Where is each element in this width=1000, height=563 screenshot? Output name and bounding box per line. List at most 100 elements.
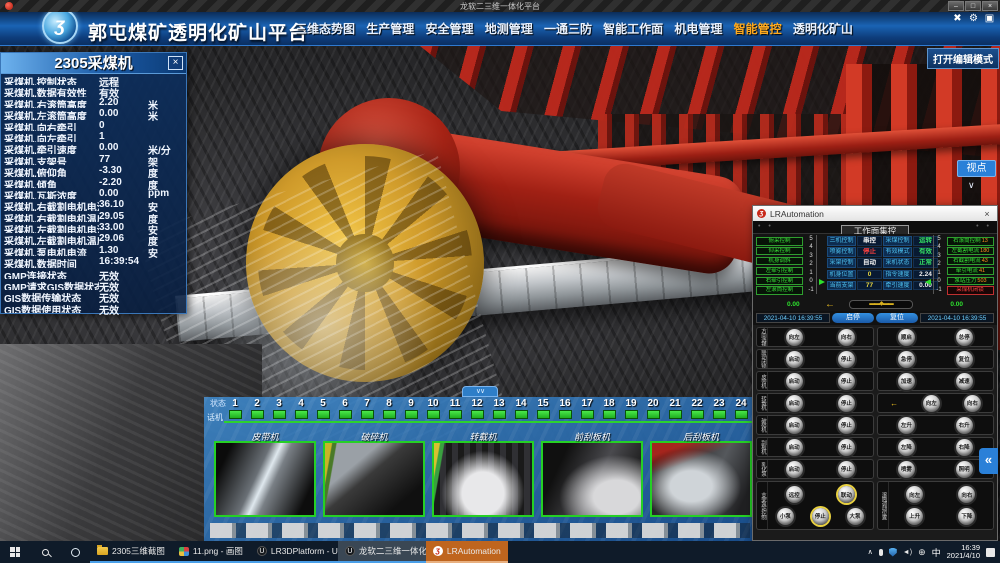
menu-item[interactable]: 地测管理 xyxy=(485,20,533,37)
round-control-button[interactable]: 向左 xyxy=(923,395,940,412)
task-longruan-platform[interactable]: U 龙软二三维一体化... xyxy=(338,541,426,563)
round-control-button[interactable]: 停止 xyxy=(838,351,855,368)
tools-icon[interactable]: ✖ xyxy=(951,13,964,24)
round-control-button[interactable]: 大泵 xyxy=(847,508,864,525)
menu-item[interactable]: 机电管理 xyxy=(674,20,722,37)
menu-item[interactable]: 生产管理 xyxy=(366,20,414,37)
clock[interactable]: 16:39 2021/4/10 xyxy=(947,544,980,561)
channel-indicator[interactable]: 15 xyxy=(532,398,554,429)
round-control-button[interactable]: 启动 xyxy=(786,461,803,478)
menu-item[interactable]: 智能工作面 xyxy=(603,20,663,37)
round-control-button[interactable]: 启动 xyxy=(786,395,803,412)
round-control-button[interactable]: 停止 xyxy=(838,373,855,390)
channel-indicator[interactable]: 18 xyxy=(598,398,620,429)
round-control-button[interactable]: 左降 xyxy=(898,439,915,456)
tray-expand-icon[interactable]: ∧ xyxy=(868,548,873,556)
menu-item[interactable]: 三维态势图 xyxy=(295,20,355,37)
chevron-down-icon[interactable]: ∨ xyxy=(968,180,975,191)
round-control-button[interactable]: 远控 xyxy=(786,486,803,503)
round-control-button[interactable]: 启动 xyxy=(786,373,803,390)
network-icon[interactable]: ⊕ xyxy=(918,548,926,557)
control-button[interactable]: 仰采控制 xyxy=(756,247,803,256)
control-button[interactable]: 牵引电流41 xyxy=(947,267,994,276)
control-button[interactable]: 俯采控制 xyxy=(756,237,803,246)
round-control-button[interactable]: 启动 xyxy=(786,351,803,368)
round-control-button[interactable]: 启动 xyxy=(786,417,803,434)
notification-icon[interactable] xyxy=(986,548,995,557)
task-folder[interactable]: 2305三维截图 xyxy=(90,541,172,563)
round-control-button[interactable]: 停止 xyxy=(838,395,855,412)
menu-item[interactable]: 安全管理 xyxy=(425,20,473,37)
round-control-button[interactable]: 联动 xyxy=(838,486,855,503)
control-button[interactable]: 右牵引控制 xyxy=(756,277,803,286)
round-control-button[interactable]: 向左 xyxy=(906,486,923,503)
round-control-button[interactable]: 照明 xyxy=(956,461,973,478)
channel-indicator[interactable]: 14 xyxy=(510,398,532,429)
round-control-button[interactable]: 急停 xyxy=(898,351,915,368)
control-button[interactable]: 左截割电流180 xyxy=(947,247,994,256)
close-icon[interactable]: × xyxy=(981,209,993,219)
camera-thumbnail[interactable] xyxy=(650,441,752,517)
layout-icon[interactable]: ▣ xyxy=(983,13,996,24)
control-button[interactable]: 采煤机闭锁 xyxy=(947,286,994,295)
start-stop-button[interactable]: 启停 xyxy=(832,313,874,323)
channel-indicator[interactable]: 9 xyxy=(400,398,422,429)
minimize-button[interactable]: – xyxy=(948,1,964,11)
round-control-button[interactable]: 小泵 xyxy=(777,508,794,525)
open-edit-mode-button[interactable]: 打开编辑模式 xyxy=(927,48,999,69)
control-button[interactable]: 右滚筒控制13 xyxy=(947,237,994,246)
round-control-button[interactable]: 顺启 xyxy=(898,329,915,346)
channel-indicator[interactable]: 24 xyxy=(730,398,752,429)
channel-indicator[interactable]: 3 xyxy=(268,398,290,429)
collapse-panel-button[interactable]: « xyxy=(979,448,998,474)
round-control-button[interactable]: 喷雾 xyxy=(898,461,915,478)
round-control-button[interactable]: 启动 xyxy=(786,439,803,456)
search-button[interactable] xyxy=(30,541,60,563)
channel-indicator[interactable]: 8 xyxy=(378,398,400,429)
channel-indicator[interactable]: 2 xyxy=(246,398,268,429)
camera-thumbnail[interactable] xyxy=(214,441,316,517)
speaker-icon[interactable]: ◄) xyxy=(903,549,912,556)
round-control-button[interactable]: 停止 xyxy=(838,439,855,456)
channel-indicator[interactable]: 5 xyxy=(312,398,334,429)
viewpoint-button[interactable]: 视点 xyxy=(957,160,996,177)
menu-item[interactable]: 透明化矿山 xyxy=(793,20,853,37)
control-button[interactable]: 右截割电流43 xyxy=(947,257,994,266)
round-control-button[interactable]: 上升 xyxy=(906,508,923,525)
reset-button[interactable]: 复位 xyxy=(876,313,918,323)
task-paint[interactable]: 11.png - 画图 xyxy=(172,541,250,563)
control-button[interactable]: 左滚筒控制 xyxy=(756,286,803,295)
round-control-button[interactable]: 向右 xyxy=(838,329,855,346)
round-control-button[interactable]: 向右 xyxy=(958,486,975,503)
channel-indicator[interactable]: 21 xyxy=(664,398,686,429)
channel-indicator[interactable]: 16 xyxy=(554,398,576,429)
channel-indicator[interactable]: 4 xyxy=(290,398,312,429)
round-control-button[interactable]: 右降 xyxy=(956,439,973,456)
round-control-button[interactable]: 向左 xyxy=(786,329,803,346)
round-control-button[interactable]: 减速 xyxy=(956,373,973,390)
round-control-button[interactable]: 总停 xyxy=(956,329,973,346)
round-control-button[interactable]: 停止 xyxy=(838,461,855,478)
control-button[interactable]: 泵站压力503 xyxy=(947,277,994,286)
settings-gear-icon[interactable]: ⚙ xyxy=(967,13,980,24)
menu-item[interactable]: 智能管控 xyxy=(734,20,782,37)
ime-indicator[interactable]: 中 xyxy=(932,546,941,559)
menu-item[interactable]: 一通三防 xyxy=(544,20,592,37)
round-control-button[interactable]: 停止 xyxy=(838,417,855,434)
channel-indicator[interactable]: 7 xyxy=(356,398,378,429)
channel-indicator[interactable]: 20 xyxy=(642,398,664,429)
round-control-button[interactable]: 下降 xyxy=(958,508,975,525)
round-control-button[interactable]: 复位 xyxy=(956,351,973,368)
microphone-icon[interactable] xyxy=(879,549,883,556)
round-control-button[interactable]: 加速 xyxy=(898,373,915,390)
control-button[interactable]: 机身调斜 xyxy=(756,257,803,266)
task-lr3dplatform[interactable]: U LR3DPlatform - U... xyxy=(250,541,338,563)
camera-thumbnail[interactable] xyxy=(432,441,534,517)
camera-thumbnail[interactable] xyxy=(323,441,425,517)
channel-indicator[interactable]: 1 xyxy=(224,398,246,429)
channel-indicator[interactable]: 23 xyxy=(708,398,730,429)
security-shield-icon[interactable] xyxy=(889,548,897,557)
dock-collapse-button[interactable]: ∨∨ xyxy=(462,386,498,397)
channel-indicator[interactable]: 19 xyxy=(620,398,642,429)
channel-indicator[interactable]: 10 xyxy=(422,398,444,429)
